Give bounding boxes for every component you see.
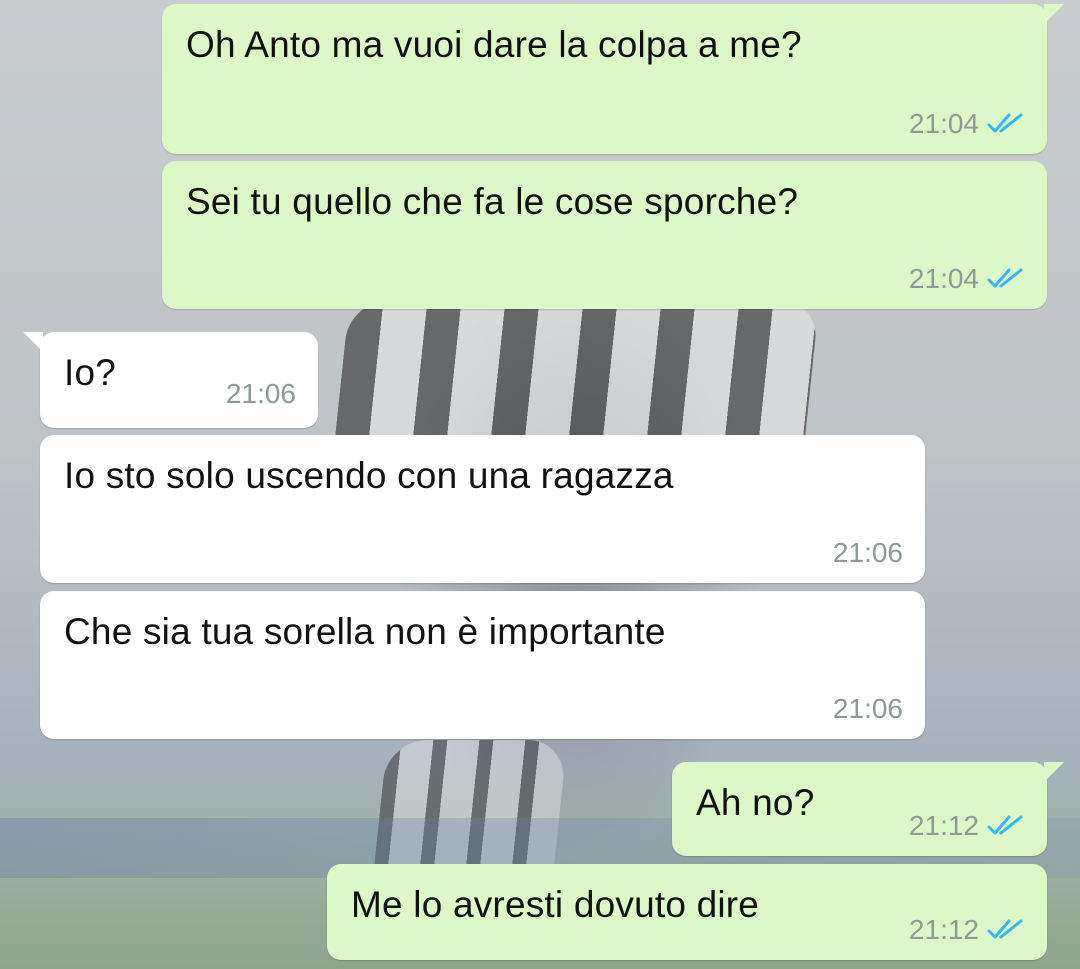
outgoing-message[interactable]: Ah no? 21:12 (672, 762, 1064, 856)
message-meta: 21:06 (226, 378, 296, 410)
message-text: Oh Anto ma vuoi dare la colpa a me? (186, 24, 802, 65)
message-text: Ah no? (696, 782, 815, 823)
message-time: 21:06 (225, 378, 296, 409)
outgoing-message[interactable]: Oh Anto ma vuoi dare la colpa a me? 21:0… (162, 4, 1064, 154)
message-meta: 21:12 (909, 914, 1025, 946)
message-text: Me lo avresti dovuto dire (351, 884, 760, 925)
message-text: Che sia tua sorella non è importante (64, 611, 666, 652)
message-meta: 21:06 (833, 537, 903, 569)
message-time: 21:06 (832, 693, 903, 724)
outgoing-message[interactable]: Me lo avresti dovuto dire 21:12 (327, 864, 1047, 960)
message-time: 21:04 (908, 263, 979, 294)
message-time: 21:04 (908, 108, 979, 139)
message-meta: 21:04 (909, 108, 1025, 140)
double-check-read-icon (987, 267, 1025, 291)
double-check-read-icon (987, 918, 1025, 942)
double-check-read-icon (987, 814, 1025, 838)
incoming-message[interactable]: Che sia tua sorella non è importante 21:… (40, 591, 925, 739)
message-time: 21:12 (908, 914, 979, 945)
double-check-read-icon (987, 112, 1025, 136)
message-meta: 21:06 (833, 693, 903, 725)
message-text: Sei tu quello che fa le cose sporche? (186, 181, 799, 222)
message-text: Io sto solo uscendo con una ragazza (64, 455, 674, 496)
message-time: 21:12 (908, 810, 979, 841)
incoming-message[interactable]: Io sto solo uscendo con una ragazza 21:0… (40, 435, 925, 583)
message-meta: 21:04 (909, 263, 1025, 295)
message-meta: 21:12 (909, 810, 1025, 842)
message-time: 21:06 (832, 537, 903, 568)
message-text: Io? (64, 352, 117, 393)
incoming-message[interactable]: Io? 21:06 (23, 332, 318, 428)
outgoing-message[interactable]: Sei tu quello che fa le cose sporche? 21… (162, 161, 1047, 309)
